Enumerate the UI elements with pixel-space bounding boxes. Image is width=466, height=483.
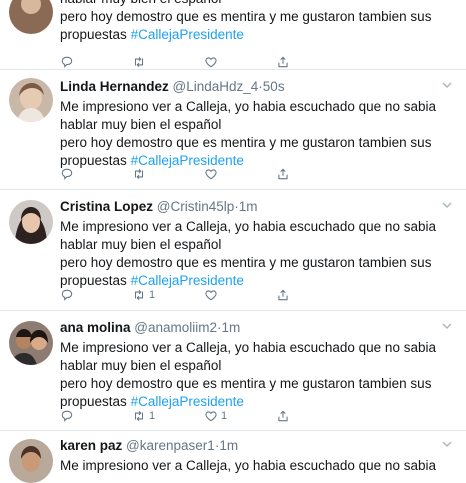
- tweet-actions: 1: [60, 287, 360, 303]
- like-button[interactable]: [204, 166, 221, 182]
- chevron-down-icon[interactable]: [442, 321, 452, 331]
- avatar[interactable]: [9, 439, 53, 483]
- retweet-count: 1: [149, 289, 156, 301]
- like-button[interactable]: [204, 287, 221, 303]
- hashtag-link[interactable]: #CallejaPresidente: [131, 394, 244, 409]
- author-handle[interactable]: @karenpaser1: [126, 438, 215, 453]
- avatar[interactable]: [9, 78, 53, 122]
- tweet-divider: [0, 189, 466, 190]
- retweet-icon: [134, 410, 144, 422]
- share-icon: [278, 289, 288, 301]
- retweet-icon: [134, 56, 144, 68]
- like-icon: [205, 57, 217, 68]
- tweet-divider: [0, 310, 466, 311]
- author-name[interactable]: ana molina: [60, 320, 131, 335]
- tweet-actions: [60, 166, 360, 182]
- tweet-text-line: hablar muy bien el español: [60, 358, 222, 373]
- author-handle[interactable]: @Cristin45lp: [157, 199, 234, 214]
- author-name[interactable]: karen paz: [60, 438, 122, 453]
- tweet-text-line: Me impresiono ver a Calleja, yo habia es…: [60, 458, 436, 473]
- reply-icon: [61, 410, 73, 422]
- tweet-header: ana molina @anamoliim2·1m: [60, 319, 460, 336]
- tweet-text-line: pero hoy demostro que es mentira y me gu…: [60, 9, 432, 24]
- tweet-divider: [0, 430, 466, 431]
- retweet-button[interactable]: 1: [132, 408, 155, 424]
- share-icon: [278, 168, 288, 180]
- tweet-time[interactable]: 50s: [263, 79, 285, 94]
- reply-icon: [61, 56, 73, 68]
- reply-button[interactable]: [60, 54, 74, 70]
- tweet-time[interactable]: 1m: [239, 199, 258, 214]
- like-button[interactable]: [204, 54, 218, 70]
- reply-button[interactable]: [60, 408, 74, 424]
- tweet-time[interactable]: 1m: [219, 438, 238, 453]
- tweet-text-line: pero hoy demostro que es mentira y me gu…: [60, 376, 432, 391]
- retweet-button[interactable]: 1: [132, 287, 155, 303]
- tweet-text-line: hablar muy bien el español: [60, 117, 222, 132]
- like-button[interactable]: 1: [204, 408, 227, 424]
- tweet-divider: [0, 69, 466, 70]
- tweet-text-fragment: propuestas: [60, 273, 127, 288]
- retweet-button[interactable]: [132, 166, 149, 182]
- avatar[interactable]: [9, 200, 53, 244]
- tweet-text-line: propuestas #CallejaPresidente: [60, 26, 460, 44]
- chevron-down-icon[interactable]: [442, 439, 452, 449]
- reply-icon: [61, 168, 73, 180]
- tweet-header: karen paz @karenpaser1·1m: [60, 437, 460, 454]
- like-count: 1: [221, 410, 228, 422]
- tweet-actions: [60, 54, 360, 70]
- author-handle[interactable]: @LindaHdz_4: [173, 79, 259, 94]
- reply-button[interactable]: [60, 287, 74, 303]
- share-button[interactable]: [276, 408, 290, 424]
- author-handle[interactable]: @anamoliim2: [134, 320, 217, 335]
- share-button[interactable]: [276, 54, 290, 70]
- tweet-text-fragment: propuestas: [60, 394, 127, 409]
- author-name[interactable]: Linda Hernandez: [60, 79, 169, 94]
- tweet-text-line: Me impresiono ver a Calleja, yo habia es…: [60, 219, 436, 234]
- like-icon: [205, 290, 217, 301]
- tweet-time[interactable]: 1m: [222, 320, 241, 335]
- retweet-icon: [134, 289, 144, 301]
- chevron-down-icon[interactable]: [442, 80, 452, 90]
- author-name[interactable]: Cristina Lopez: [60, 199, 153, 214]
- tweet-text: Me impresiono ver a Calleja, yo habia es…: [60, 457, 460, 475]
- avatar[interactable]: [9, 0, 53, 34]
- share-button[interactable]: [276, 166, 290, 182]
- tweet-header: Linda Hernandez @LindaHdz_4·50s: [60, 78, 460, 95]
- tweet-text-fragment: propuestas: [60, 27, 127, 42]
- retweet-button[interactable]: [132, 54, 146, 70]
- like-icon: [205, 169, 217, 180]
- tweet-text-line: Me impresiono ver a Calleja, yo habia es…: [60, 99, 436, 114]
- tweet-actions: 1 1: [60, 408, 360, 424]
- tweet-text: habiar muy bien el español pero hoy demo…: [60, 0, 460, 44]
- tweet-header: Cristina Lopez @Cristin45lp·1m: [60, 198, 460, 215]
- tweet-text-line: pero hoy demostro que es mentira y me gu…: [60, 255, 432, 270]
- tweet-text: Me impresiono ver a Calleja, yo habia es…: [60, 218, 460, 290]
- retweet-count: 1: [149, 410, 156, 422]
- avatar[interactable]: [9, 321, 53, 365]
- share-button[interactable]: [276, 287, 290, 303]
- hashtag-link[interactable]: #CallejaPresidente: [131, 27, 244, 42]
- tweet-text-line: habiar muy bien el español: [60, 0, 460, 8]
- reply-icon: [61, 289, 73, 301]
- share-icon: [278, 410, 288, 422]
- reply-button[interactable]: [60, 166, 74, 182]
- retweet-icon: [134, 168, 144, 180]
- chevron-down-icon[interactable]: [442, 200, 452, 210]
- tweet-text-line: Me impresiono ver a Calleja, yo habia es…: [60, 340, 436, 355]
- tweet-text-line: hablar muy bien el español: [60, 237, 222, 252]
- tweet-text: Me impresiono ver a Calleja, yo habia es…: [60, 339, 460, 411]
- like-icon: [205, 411, 217, 422]
- hashtag-link[interactable]: #CallejaPresidente: [131, 273, 244, 288]
- tweet-text: Me impresiono ver a Calleja, yo habia es…: [60, 98, 460, 170]
- share-icon: [278, 56, 288, 68]
- tweet-text-line: pero hoy demostro que es mentira y me gu…: [60, 135, 432, 150]
